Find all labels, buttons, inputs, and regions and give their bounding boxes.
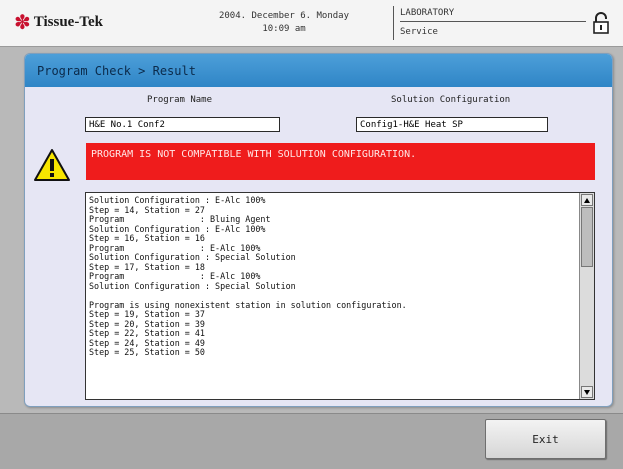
lab-label: LABORATORY [400, 7, 586, 22]
log-line: Solution Configuration : Special Solutio… [89, 280, 296, 291]
arrow-up-icon [584, 198, 590, 203]
scroll-up-button[interactable] [581, 194, 593, 206]
log-line: Step = 25, Station = 50 [89, 347, 205, 357]
top-bar: ✽ Tissue-Tek 2004. December 6. Monday 10… [0, 0, 623, 47]
log-text: Solution Configuration : E-Alc 100% Step … [89, 195, 577, 358]
error-message: PROGRAM IS NOT COMPATIBLE WITH SOLUTION … [86, 143, 595, 180]
warning-icon [34, 149, 70, 181]
divider [393, 6, 394, 40]
result-log[interactable]: Solution Configuration : E-Alc 100% Step … [85, 192, 595, 400]
log-scrollbar[interactable] [579, 193, 594, 399]
program-name-label: Program Name [147, 95, 213, 105]
solution-config-field: Config1-H&E Heat SP [356, 117, 548, 132]
brand-name: Tissue-Tek [33, 13, 103, 30]
scroll-down-button[interactable] [581, 386, 593, 398]
scroll-thumb[interactable] [581, 207, 593, 267]
page-title: Program Check > Result [37, 64, 196, 78]
brand-logo: ✽ Tissue-Tek [14, 12, 103, 32]
lock-icon[interactable] [591, 12, 611, 34]
arrow-down-icon [584, 390, 590, 395]
program-name-field: H&E No.1 Conf2 [85, 117, 280, 132]
time-text: 10:09 am [262, 24, 306, 34]
exit-button[interactable]: Exit [485, 419, 606, 459]
department-info: LABORATORY Service [400, 7, 586, 38]
flower-logo-icon: ✽ [14, 10, 31, 34]
date-text: 2004. December 6. Monday [218, 11, 350, 21]
mode-label: Service [400, 27, 438, 37]
datetime: 2004. December 6. Monday 10:09 am [196, 10, 372, 36]
solution-config-label: Solution Configuration [391, 95, 511, 105]
main-panel: Program Check > Result Program Name H&E … [24, 53, 613, 407]
panel-header: Program Check > Result [25, 54, 612, 87]
